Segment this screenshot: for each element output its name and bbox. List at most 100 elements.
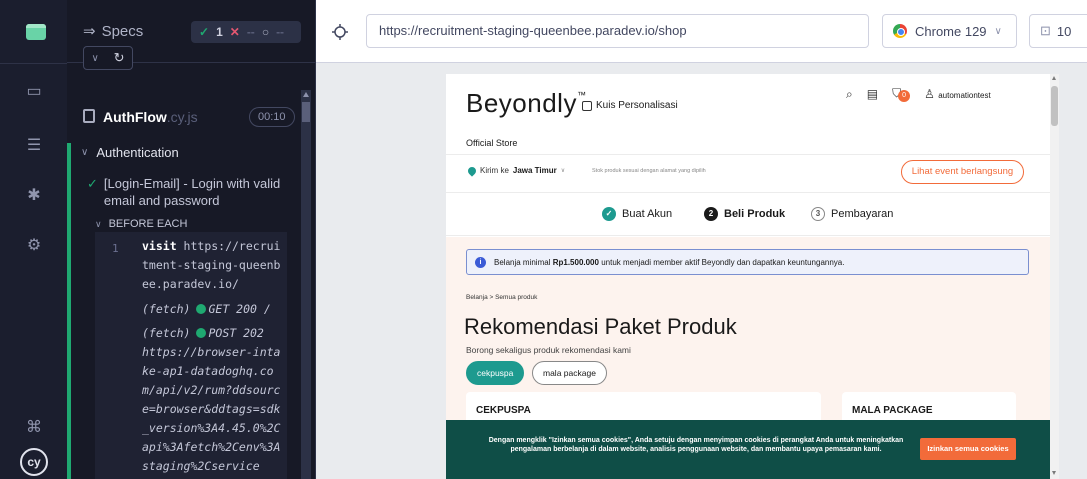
app-under-test-frame: Beyondly™ Kuis Personalisasi ⌕ ▤ ⛉0 ♙ au… — [446, 74, 1059, 479]
pass-check-icon: ✓ — [87, 176, 98, 191]
kuis-label: Kuis Personalisasi — [596, 100, 678, 111]
file-icon — [83, 109, 95, 123]
chevron-down-icon[interactable]: ∨ — [91, 53, 98, 64]
filter-pill-mala-package[interactable]: mala package — [532, 361, 607, 385]
failed-count: -- — [246, 25, 255, 39]
lihat-event-button[interactable]: Lihat event berlangsung — [901, 160, 1024, 184]
cart-button[interactable]: ⛉0 — [892, 86, 911, 102]
test-title: [Login-Email] - Login with valid email a… — [103, 176, 281, 208]
scroll-thumb[interactable] — [1051, 86, 1058, 126]
step-beli-produk: 2 Beli Produk — [704, 207, 785, 221]
status-dot-icon — [196, 328, 207, 338]
allow-cookies-button[interactable]: Izinkan semua cookies — [920, 438, 1016, 460]
app-logo-icon[interactable] — [26, 24, 46, 40]
viewport-label: 10 — [1056, 23, 1072, 39]
beyondly-logo[interactable]: Beyondly™ — [466, 88, 586, 119]
spec-file-row: AuthFlow.cy.js 00:10 — [67, 104, 305, 130]
suite-authentication[interactable]: ∨ Authentication — [81, 145, 179, 160]
command-fetch-post[interactable]: (fetch) POST 202 https://browser-intake-a… — [142, 324, 287, 476]
selector-playground-icon[interactable] — [326, 18, 354, 46]
specs-list-icon[interactable]: ☰ — [24, 136, 44, 156]
pending-circle-icon: ○ — [261, 25, 270, 39]
notice-text: Belanja minimal Rp1.500.000 untuk menjad… — [494, 257, 845, 267]
chevron-down-icon: ∨ — [81, 147, 89, 158]
card-title: CEKPUSPA — [476, 405, 531, 416]
settings-gear-icon[interactable]: ⚙ — [24, 236, 44, 256]
quiz-icon — [582, 100, 592, 111]
step-done-check-icon: ✓ — [602, 207, 616, 221]
browser-selector[interactable]: Chrome 129 ∨ — [882, 14, 1017, 48]
viewport-size[interactable]: ⊡ 10 — [1029, 14, 1087, 48]
membership-notice: i Belanja minimal Rp1.500.000 untuk menj… — [466, 249, 1029, 275]
url-field[interactable]: https://recruitment-staging-queenbee.par… — [366, 14, 869, 48]
info-icon: i — [475, 256, 486, 268]
step-number: 2 — [704, 207, 718, 221]
passed-count: 1 — [216, 25, 223, 39]
chevron-down-icon: ∨ — [95, 218, 102, 229]
cart-count-badge: 0 — [898, 90, 911, 102]
header-actions: ⌕ ▤ ⛉0 ♙ automationtest — [846, 86, 991, 102]
browser-window-icon[interactable]: ▭ — [24, 82, 44, 102]
checkout-stepper: ✓ Buat Akun 2 Beli Produk 3 Pembayaran — [446, 192, 1050, 236]
hook-before-each[interactable]: ∨ BEFORE EACH — [95, 218, 187, 230]
cookie-text: Dengan mengklik "Izinkan semua cookies",… — [488, 437, 904, 453]
debug-bug-icon[interactable]: ✱ — [24, 186, 44, 206]
chevron-down-icon: ∨ — [994, 25, 1002, 37]
page-title: Rekomendasi Paket Produk — [464, 314, 737, 339]
command-log: 1 visit https://recruitment-staging-quee… — [95, 232, 287, 479]
spec-duration: 00:10 — [249, 107, 295, 127]
spec-runner-panel: ⇒ Specs ✓ 1 ✕ -- ○ -- ∨ ↻ AuthFlow.cy.js… — [67, 0, 316, 479]
page-subtitle: Borong sekaligus produk rekomendasi kami — [466, 345, 631, 355]
command-fetch-get[interactable]: (fetch) GET 200 / — [142, 300, 287, 319]
scroll-up-icon[interactable] — [1052, 76, 1056, 80]
shipping-location-select[interactable]: Kirim ke Jawa Timur ∨ — [466, 164, 566, 177]
nav-divider — [0, 63, 67, 64]
runner-scrollbar[interactable] — [301, 90, 311, 479]
chevron-down-icon: ∨ — [560, 168, 566, 174]
step-label: Pembayaran — [831, 208, 894, 220]
step-number: 3 — [811, 207, 825, 221]
cookie-banner: Dengan mengklik "Izinkan semua cookies",… — [446, 420, 1050, 479]
search-icon[interactable]: ⌕ — [846, 87, 853, 102]
status-dot-icon — [196, 304, 207, 314]
specs-label: Specs — [101, 22, 144, 40]
scroll-down-icon[interactable] — [1052, 471, 1056, 475]
stock-note: Stok produk sesuai dengan alamat yang di… — [592, 168, 706, 174]
pass-check-icon: ✓ — [199, 25, 210, 39]
suite-pass-indicator — [67, 143, 71, 479]
viewport-icon: ⊡ — [1040, 23, 1051, 38]
step-pembayaran: 3 Pembayaran — [811, 207, 893, 221]
document-icon[interactable]: ▤ — [867, 87, 878, 101]
specs-toggle[interactable]: ⇒ Specs — [83, 22, 144, 41]
keyboard-shortcuts-icon[interactable]: ⌘ — [24, 418, 44, 438]
test-login-email[interactable]: ✓ [Login-Email] - Login with valid email… — [87, 175, 287, 209]
kuis-personalisasi-link[interactable]: Kuis Personalisasi — [582, 100, 678, 111]
step-label: Buat Akun — [622, 208, 673, 220]
test-stats: ✓ 1 ✕ -- ○ -- — [191, 21, 301, 43]
user-icon: ♙ — [924, 87, 935, 101]
hook-title: BEFORE EACH — [108, 218, 188, 230]
aut-scrollbar[interactable] — [1050, 74, 1059, 479]
pending-count: -- — [276, 25, 285, 39]
suite-title: Authentication — [96, 145, 179, 160]
kirim-prefix: Kirim ke — [480, 166, 509, 175]
command-visit[interactable]: visit https://recruitment-staging-queenb… — [142, 237, 287, 294]
location-pin-icon — [466, 164, 478, 177]
cypress-logo-icon[interactable]: cy — [20, 448, 48, 476]
user-menu[interactable]: ♙ automationtest — [924, 87, 991, 101]
runner-controls: ∨ ↻ — [83, 46, 133, 70]
header-divider — [446, 154, 1050, 155]
scroll-up-icon[interactable] — [303, 92, 309, 97]
browser-label: Chrome 129 — [915, 23, 987, 39]
username: automationtest — [938, 91, 991, 100]
breadcrumb[interactable]: Belanja > Semua produk — [466, 294, 537, 301]
scroll-thumb[interactable] — [302, 102, 310, 122]
specs-arrow-icon: ⇒ — [83, 23, 96, 40]
rerun-icon[interactable]: ↻ — [114, 50, 125, 66]
filter-pill-cekpuspa[interactable]: cekpuspa — [466, 361, 525, 385]
kirim-location: Jawa Timur — [512, 166, 557, 175]
cypress-sidebar-nav: ▭ ☰ ✱ ⚙ ⌘ cy — [0, 0, 67, 479]
step-label: Beli Produk — [724, 208, 786, 220]
spec-file-name: AuthFlow.cy.js — [103, 109, 198, 125]
chrome-icon — [893, 24, 907, 38]
